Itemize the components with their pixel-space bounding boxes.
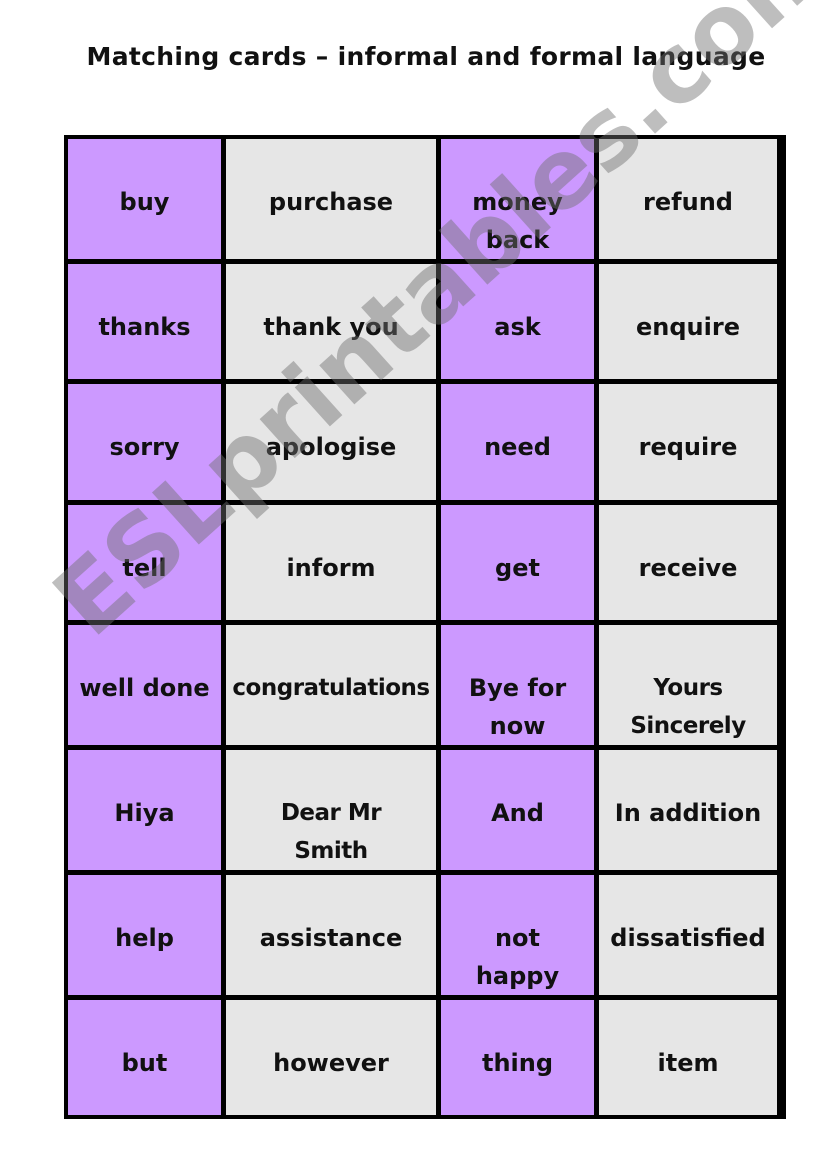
- card-text: thing: [481, 1048, 554, 1077]
- card-text: Hiya: [114, 798, 175, 827]
- card-text: tell: [122, 553, 167, 582]
- formal-card: Dear Mr Smith: [226, 749, 436, 870]
- matching-cards-grid: buy purchase money back refund thanks thank yo…: [64, 135, 786, 1119]
- informal-card: thanks: [68, 264, 221, 380]
- worksheet-title: Matching cards – informal and formal lan…: [86, 42, 766, 71]
- card-text: receive: [638, 553, 738, 582]
- informal-card: sorry: [68, 384, 221, 500]
- informal-card: not happy: [441, 874, 594, 995]
- card-text: purchase: [268, 188, 394, 216]
- formal-card: dissatisfied: [599, 874, 777, 995]
- formal-card: item: [599, 999, 777, 1115]
- informal-card: Hiya: [68, 749, 221, 870]
- formal-card: receive: [599, 504, 777, 620]
- formal-card: apologise: [226, 384, 436, 500]
- informal-card: Bye for now: [441, 624, 594, 745]
- informal-card: need: [441, 384, 594, 500]
- card-text: sorry: [109, 433, 180, 462]
- formal-card: purchase: [226, 139, 436, 259]
- informal-card: thing: [441, 999, 594, 1115]
- informal-card: And: [441, 749, 594, 870]
- card-text: help: [115, 923, 174, 952]
- formal-card: congratulations: [226, 624, 436, 745]
- informal-card: but: [68, 999, 221, 1115]
- card-text: however: [273, 1048, 389, 1077]
- card-text: require: [638, 433, 738, 462]
- card-text: money back: [472, 188, 563, 254]
- card-text: Dear Mr Smith: [280, 799, 382, 864]
- informal-card: ask: [441, 264, 594, 380]
- formal-card: enquire: [599, 264, 777, 380]
- card-text: need: [484, 433, 551, 462]
- card-text: assistance: [259, 923, 403, 952]
- informal-card: tell: [68, 504, 221, 620]
- formal-card: however: [226, 999, 436, 1115]
- card-text: congratulations: [232, 674, 430, 701]
- card-text: ask: [494, 313, 541, 341]
- card-text: buy: [119, 188, 170, 216]
- formal-card: inform: [226, 504, 436, 620]
- formal-card: thank you: [226, 264, 436, 380]
- card-text: refund: [643, 188, 733, 216]
- formal-card: refund: [599, 139, 777, 259]
- card-text: apologise: [265, 433, 397, 462]
- card-text: inform: [286, 553, 376, 582]
- informal-card: help: [68, 874, 221, 995]
- card-text: Bye for now: [468, 673, 567, 740]
- informal-card: get: [441, 504, 594, 620]
- informal-card: money back: [441, 139, 594, 259]
- informal-card: buy: [68, 139, 221, 259]
- informal-card: well done: [68, 624, 221, 745]
- card-text: dissatisfied: [610, 923, 766, 952]
- card-text: well done: [79, 673, 210, 702]
- formal-card: In addition: [599, 749, 777, 870]
- card-text: Yours Sincerely: [630, 674, 746, 739]
- formal-card: assistance: [226, 874, 436, 995]
- card-text: but: [121, 1048, 168, 1077]
- card-text: enquire: [636, 313, 740, 341]
- formal-card: require: [599, 384, 777, 500]
- card-text: item: [657, 1048, 719, 1077]
- card-text: And: [491, 798, 544, 827]
- card-text: not happy: [475, 923, 560, 990]
- card-text: get: [495, 553, 540, 582]
- card-text: thanks: [98, 313, 191, 341]
- card-text: In addition: [614, 798, 762, 827]
- formal-card: Yours Sincerely: [599, 624, 777, 745]
- card-text: thank you: [263, 313, 399, 341]
